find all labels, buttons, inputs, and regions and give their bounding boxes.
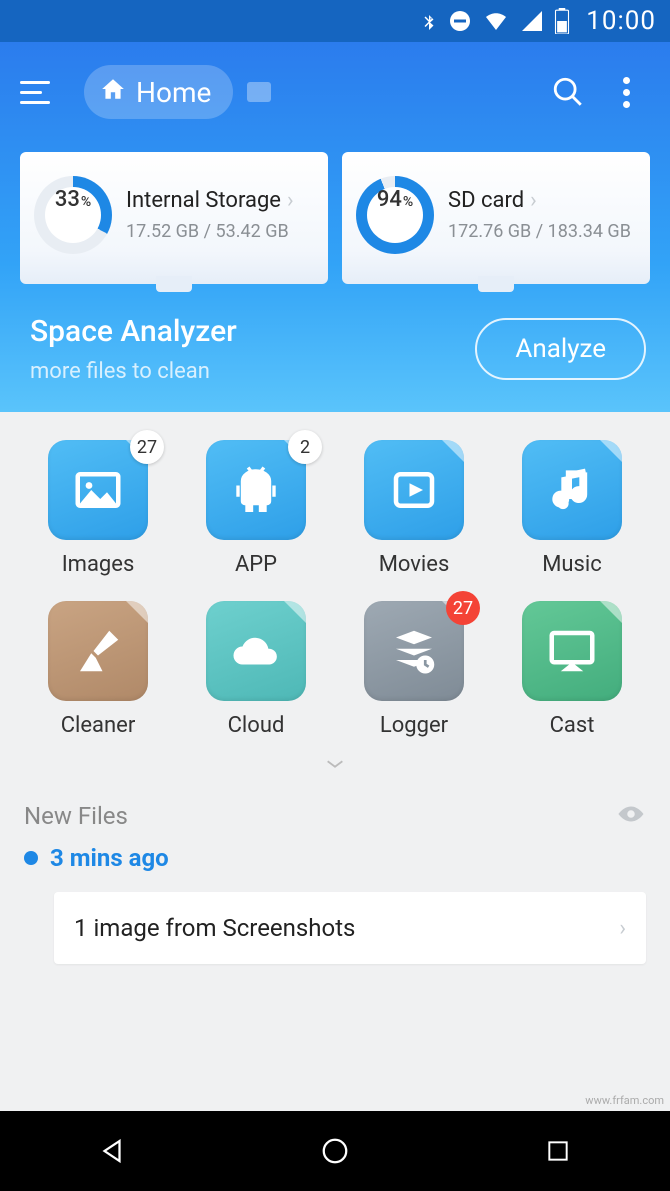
header-area: Home 33% Internal Storage› 17.52 GB / 53…: [0, 42, 670, 412]
movie-icon: [387, 463, 441, 517]
category-label: Cast: [550, 713, 595, 738]
storage-usage: 17.52 GB / 53.42 GB: [126, 221, 314, 242]
image-icon: [71, 463, 125, 517]
category-logger[interactable]: 27 Logger: [340, 601, 488, 738]
category-app[interactable]: 2 APP: [182, 440, 330, 577]
category-label: Movies: [379, 552, 450, 577]
chevron-right-icon: ›: [287, 188, 294, 213]
chevron-down-icon: [324, 757, 346, 771]
internal-storage-donut: 33%: [34, 176, 112, 254]
category-grid: 27 Images 2 APP Movies Music Cleaner Clo…: [0, 412, 670, 744]
file-card[interactable]: 1 image from Screenshots ›: [54, 892, 646, 964]
cellular-signal-icon: [520, 9, 544, 33]
home-icon: [100, 76, 126, 109]
timeline-dot-icon: [24, 851, 38, 865]
search-button[interactable]: [544, 68, 592, 116]
category-movies[interactable]: Movies: [340, 440, 488, 577]
file-card-title: 1 image from Screenshots: [74, 914, 355, 942]
broom-icon: [71, 624, 125, 678]
analyzer-subtitle: more files to clean: [30, 359, 237, 384]
storage-usage: 172.76 GB / 183.34 GB: [448, 221, 636, 242]
recent-apps-button[interactable]: [538, 1131, 578, 1171]
chevron-right-icon: ›: [530, 188, 537, 213]
back-button[interactable]: [92, 1131, 132, 1171]
category-cleaner[interactable]: Cleaner: [24, 601, 172, 738]
expand-categories-button[interactable]: [0, 744, 670, 790]
space-analyzer-section: Space Analyzer more files to clean Analy…: [0, 284, 670, 384]
analyzer-title: Space Analyzer: [30, 314, 237, 349]
bluetooth-icon: [420, 8, 438, 34]
storage-title: SD card: [448, 188, 524, 213]
logger-icon: [387, 624, 441, 678]
category-cast[interactable]: Cast: [498, 601, 646, 738]
more-options-button[interactable]: [602, 68, 650, 116]
category-label: Logger: [380, 713, 448, 738]
android-icon: [229, 463, 283, 517]
time-group-label: 3 mins ago: [24, 844, 646, 872]
storage-card-sdcard[interactable]: 94% SD card› 172.76 GB / 183.34 GB: [342, 152, 650, 284]
watermark: www.frfam.com: [585, 1094, 664, 1107]
category-label: Music: [542, 552, 602, 577]
images-badge: 27: [130, 430, 164, 464]
category-label: Images: [62, 552, 135, 577]
cloud-icon: [229, 624, 283, 678]
new-files-title: New Files: [24, 802, 128, 830]
category-label: Cloud: [228, 713, 285, 738]
new-files-timeline: 3 mins ago 1 image from Screenshots ›: [0, 840, 670, 964]
music-icon: [545, 463, 599, 517]
visibility-icon[interactable]: [616, 804, 646, 828]
wifi-icon: [482, 9, 510, 33]
home-tab[interactable]: Home: [84, 65, 233, 119]
home-label: Home: [136, 76, 211, 109]
sdcard-donut: 94%: [356, 176, 434, 254]
category-cloud[interactable]: Cloud: [182, 601, 330, 738]
navigation-bar: [0, 1111, 670, 1191]
app-badge: 2: [288, 430, 322, 464]
analyze-button[interactable]: Analyze: [475, 318, 646, 380]
category-images[interactable]: 27 Images: [24, 440, 172, 577]
menu-button[interactable]: [20, 72, 60, 112]
app-bar: Home: [0, 42, 670, 142]
storage-cards-row: 33% Internal Storage› 17.52 GB / 53.42 G…: [0, 152, 670, 284]
logger-badge: 27: [446, 591, 480, 625]
do-not-disturb-icon: [448, 9, 472, 33]
category-label: APP: [235, 552, 277, 577]
category-label: Cleaner: [61, 713, 136, 738]
new-files-header: New Files: [0, 790, 670, 840]
category-music[interactable]: Music: [498, 440, 646, 577]
battery-icon: [554, 8, 570, 34]
window-icon[interactable]: [247, 82, 271, 102]
clock-time: 10:00: [586, 6, 656, 36]
home-button[interactable]: [315, 1131, 355, 1171]
storage-card-internal[interactable]: 33% Internal Storage› 17.52 GB / 53.42 G…: [20, 152, 328, 284]
cast-icon: [545, 624, 599, 678]
chevron-right-icon: ›: [619, 916, 626, 941]
status-bar: 10:00: [0, 0, 670, 42]
storage-title: Internal Storage: [126, 188, 281, 213]
